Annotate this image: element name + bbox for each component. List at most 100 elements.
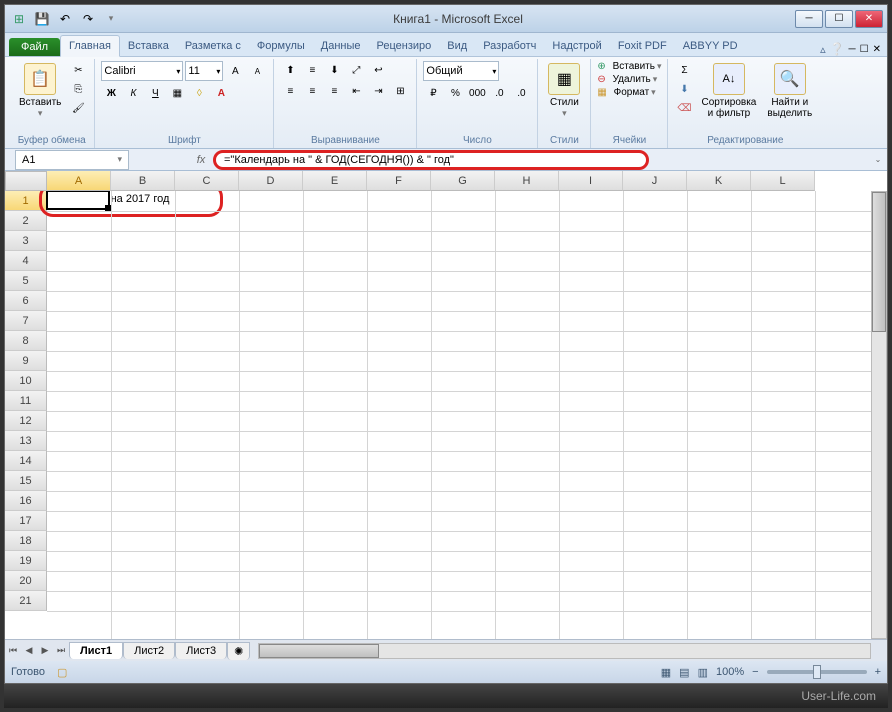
formula-bar[interactable]: ="Календарь на " & ГОД(СЕГОДНЯ()) & " го… [213, 150, 649, 170]
view-layout-icon[interactable]: ▤ [679, 666, 689, 679]
doc-restore-icon[interactable]: ☐ [860, 44, 869, 55]
view-pagebreak-icon[interactable]: ▥ [698, 666, 708, 679]
col-header[interactable]: K [687, 171, 751, 191]
increase-decimal-icon[interactable]: .0 [489, 84, 509, 102]
merge-icon[interactable]: ⊞ [390, 82, 410, 100]
col-header[interactable]: E [303, 171, 367, 191]
font-color-icon[interactable]: A [211, 84, 231, 102]
row-header[interactable]: 14 [5, 451, 47, 471]
row-header[interactable]: 13 [5, 431, 47, 451]
tab-nav-first-icon[interactable]: ⏮ [5, 643, 21, 659]
tab-formulas[interactable]: Формулы [249, 36, 313, 56]
row-header[interactable]: 2 [5, 211, 47, 231]
comma-icon[interactable]: 000 [467, 84, 487, 102]
align-center-icon[interactable]: ≡ [302, 82, 322, 100]
tab-addins[interactable]: Надстрой [544, 36, 609, 56]
row-header[interactable]: 10 [5, 371, 47, 391]
help-icon[interactable]: ❔ [830, 42, 845, 56]
zoom-thumb[interactable] [813, 665, 821, 679]
decrease-indent-icon[interactable]: ⇤ [346, 82, 366, 100]
cells-insert-button[interactable]: ⊕ Вставить▾ [597, 61, 661, 72]
sheet-tab[interactable]: Лист3 [175, 642, 227, 659]
row-header[interactable]: 5 [5, 271, 47, 291]
align-top-icon[interactable]: ⬆ [280, 61, 300, 79]
ribbon-minimize-icon[interactable]: ▵ [820, 43, 826, 56]
paste-button[interactable]: 📋 Вставить ▾ [15, 61, 65, 121]
cells-format-button[interactable]: ▦ Формат▾ [597, 87, 655, 98]
col-header[interactable]: C [175, 171, 239, 191]
scroll-thumb[interactable] [259, 644, 379, 658]
row-header[interactable]: 3 [5, 231, 47, 251]
row-header[interactable]: 4 [5, 251, 47, 271]
clear-icon[interactable]: ⌫ [674, 99, 694, 117]
view-normal-icon[interactable]: ▦ [661, 666, 671, 679]
cut-icon[interactable]: ✂ [68, 61, 88, 79]
tab-home[interactable]: Главная [60, 35, 120, 57]
format-painter-icon[interactable]: 🖌 [68, 99, 88, 117]
shrink-font-icon[interactable]: A [247, 62, 267, 80]
doc-close-icon[interactable]: ✕ [873, 44, 881, 55]
zoom-out-icon[interactable]: − [752, 666, 758, 678]
col-header[interactable]: B [111, 171, 175, 191]
save-icon[interactable]: 💾 [32, 9, 52, 29]
decrease-decimal-icon[interactable]: .0 [511, 84, 531, 102]
percent-icon[interactable]: % [445, 84, 465, 102]
align-bottom-icon[interactable]: ⬇ [324, 61, 344, 79]
autosum-icon[interactable]: Σ [674, 61, 694, 79]
row-header[interactable]: 8 [5, 331, 47, 351]
maximize-button[interactable]: ☐ [825, 10, 853, 28]
sort-filter-button[interactable]: A↓ Сортировка и фильтр [697, 61, 760, 121]
tab-foxit[interactable]: Foxit PDF [610, 36, 675, 56]
col-header[interactable]: F [367, 171, 431, 191]
tab-developer[interactable]: Разработч [475, 36, 544, 56]
font-size-combo[interactable]: 11▾ [185, 61, 223, 81]
name-box[interactable]: A1 ▾ [15, 150, 129, 170]
border-icon[interactable]: ▦ [167, 84, 187, 102]
col-header[interactable]: G [431, 171, 495, 191]
zoom-slider[interactable] [767, 670, 867, 674]
sheet-tab[interactable]: Лист2 [123, 642, 175, 659]
bold-button[interactable]: Ж [101, 84, 121, 102]
italic-button[interactable]: К [123, 84, 143, 102]
undo-icon[interactable]: ↶ [55, 9, 75, 29]
zoom-level[interactable]: 100% [716, 666, 744, 678]
cell-grid[interactable]: Календарь на 2017 год [47, 191, 887, 639]
tab-data[interactable]: Данные [313, 36, 369, 56]
align-middle-icon[interactable]: ≡ [302, 61, 322, 79]
select-all-corner[interactable] [5, 171, 47, 191]
row-header[interactable]: 11 [5, 391, 47, 411]
scroll-thumb[interactable] [872, 192, 886, 332]
redo-icon[interactable]: ↷ [78, 9, 98, 29]
copy-icon[interactable]: ⎘ [68, 80, 88, 98]
increase-indent-icon[interactable]: ⇥ [368, 82, 388, 100]
align-right-icon[interactable]: ≡ [324, 82, 344, 100]
row-header[interactable]: 16 [5, 491, 47, 511]
row-header[interactable]: 18 [5, 531, 47, 551]
fill-color-icon[interactable]: ◊ [189, 84, 209, 102]
tab-abbyy[interactable]: ABBYY PD [675, 36, 746, 56]
tab-view[interactable]: Вид [439, 36, 475, 56]
excel-icon[interactable]: ⊞ [9, 9, 29, 29]
row-header[interactable]: 1 [5, 191, 47, 211]
styles-button[interactable]: ▦ Стили▾ [544, 61, 584, 121]
col-header[interactable]: L [751, 171, 815, 191]
underline-button[interactable]: Ч [145, 84, 165, 102]
minimize-button[interactable]: ─ [795, 10, 823, 28]
grow-font-icon[interactable]: A [225, 62, 245, 80]
fill-icon[interactable]: ⬇ [674, 80, 694, 98]
tab-nav-last-icon[interactable]: ⏭ [53, 643, 69, 659]
sheet-tab[interactable]: Лист1 [69, 642, 123, 659]
fx-icon[interactable]: fx [189, 154, 213, 166]
row-header[interactable]: 17 [5, 511, 47, 531]
font-name-combo[interactable]: Calibri▾ [101, 61, 183, 81]
col-header[interactable]: H [495, 171, 559, 191]
find-select-button[interactable]: 🔍 Найти и выделить [763, 61, 816, 121]
formula-expand-icon[interactable]: ⌄ [869, 155, 887, 164]
col-header[interactable]: A [47, 171, 111, 191]
macro-record-icon[interactable]: ▢ [57, 666, 67, 679]
align-left-icon[interactable]: ≡ [280, 82, 300, 100]
row-header[interactable]: 19 [5, 551, 47, 571]
zoom-in-icon[interactable]: + [875, 666, 881, 678]
tab-insert[interactable]: Вставка [120, 36, 177, 56]
tab-nav-prev-icon[interactable]: ◀ [21, 643, 37, 659]
